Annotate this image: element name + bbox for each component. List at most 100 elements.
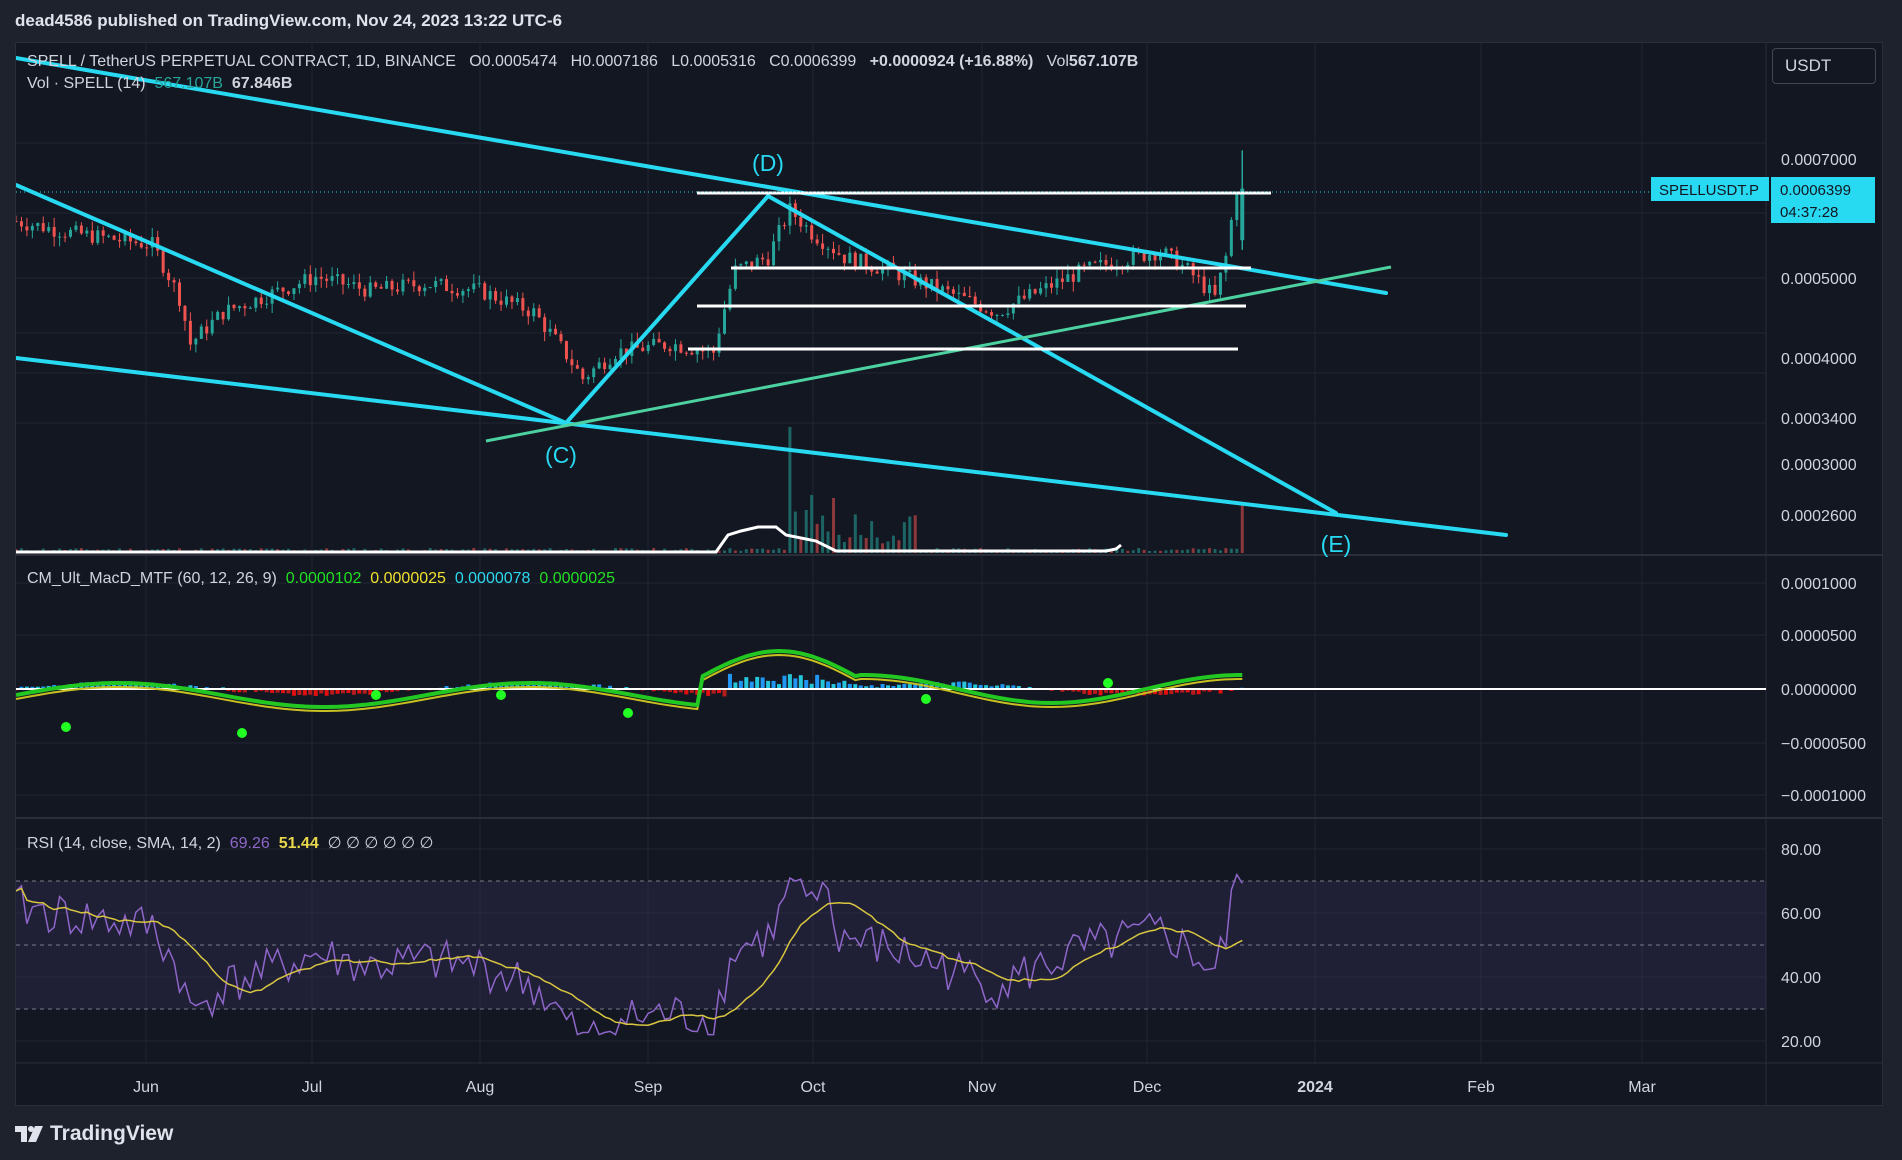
candle-body [532,308,536,317]
candle-body [434,280,438,288]
macd-bar [787,674,792,689]
candle-body [1066,274,1070,282]
volume-bar [1240,503,1244,553]
candle-body [341,274,345,285]
candle-body [221,311,225,320]
candle-body [297,283,301,289]
candle-body [663,342,667,349]
candle-body [668,348,672,352]
candle-body [951,289,955,294]
volume-bar [1218,550,1222,553]
rsi-name: RSI (14, close, SMA, 14, 2) [27,835,221,852]
candle-body [63,236,67,238]
candle-body [178,282,181,306]
change-value: +0.0000924 (+16.88%) [869,53,1034,70]
candle-body [85,230,89,234]
wave-c-d-line [564,194,770,425]
macd-bar [793,678,798,689]
candle-body [777,225,781,242]
time-axis-label: Sep [634,1079,663,1096]
candle-body [1213,284,1217,295]
rsi-axis-label: 20.00 [1781,1034,1821,1051]
candle-body [287,291,290,294]
candle-body [461,290,465,296]
volume-bar [733,550,737,553]
candle-body [74,225,78,230]
tradingview-logo-icon[interactable] [15,1126,45,1142]
macd-cross-dot [623,708,633,718]
candle-body [483,283,487,300]
candle-body [750,261,754,268]
candle-body [864,253,868,269]
candle-body [101,230,105,236]
macd-bar [755,676,760,689]
candle-body [1186,263,1190,265]
published-header: dead4586 published on TradingView.com, N… [0,0,1902,42]
macd-bar [815,674,820,689]
candle-body [1050,283,1053,288]
macd-bar [313,689,318,696]
symbol-tag-text: SPELLUSDT.P [1659,182,1759,199]
candle-body [368,282,372,297]
volume-bar [1131,550,1135,553]
open-label: O [469,53,482,70]
candle-body [510,296,514,303]
volume-bar [826,531,830,553]
candle-body [401,279,405,292]
candle-body [292,288,296,294]
macd-name: CM_Ult_MacD_MTF (60, 12, 26, 9) [27,570,277,587]
candle-body [455,293,459,296]
wave-label-c: (C) [545,442,577,468]
currency-button[interactable]: USDT [1772,48,1876,84]
time-axis-label: Jul [302,1079,322,1096]
candle-body [505,296,508,305]
volume-bar [1197,549,1201,553]
candle-body [990,312,994,316]
volume-legend: Vol · SPELL (14) 567.107B 67.846B [27,75,292,93]
candle-body [406,279,410,281]
descending-trendline-upper [16,56,1388,295]
rsi-axis-label: 80.00 [1781,842,1821,859]
macd-value-2: 0.0000025 [370,570,446,587]
volume-bar [821,515,825,553]
volume-bar [1175,549,1179,553]
price-tag-value: 0.0006399 [1780,182,1851,199]
macd-bar [760,677,765,689]
volume-bar [1169,549,1173,553]
candle-body [58,236,62,238]
candle-body [303,274,307,284]
candle-body [90,230,94,243]
candle-body [853,252,857,269]
chart-area[interactable]: (C) (D) (E) 0.0007000 0.0005000 0.0004000 0.00… [15,42,1883,1106]
candle-body [810,225,814,240]
candle-body [1218,272,1222,295]
candle-body [79,225,83,234]
volume-bar [810,495,814,553]
candle-body [52,226,56,237]
candle-body [657,338,661,343]
time-axis-label: Mar [1628,1079,1656,1096]
close-label: C [769,53,781,70]
volume-group [16,427,1244,553]
candle-body [603,362,607,370]
candle-body [259,297,263,305]
candle-body [1104,260,1108,265]
candle-body [554,328,558,335]
candle-body [581,368,585,380]
macd-value-1: 0.0000102 [285,570,362,587]
candle-body [466,289,470,291]
macd-cross-dot [921,694,931,704]
price-axis-label: 0.0003000 [1781,457,1857,474]
candle-body [396,289,399,292]
candle-body [237,306,241,309]
tradingview-brand[interactable]: TradingView [50,1122,173,1146]
time-axis-label: 2024 [1297,1079,1333,1096]
rsi-value: 69.26 [229,835,270,852]
candle-body [826,248,830,250]
volume-bar [1126,550,1130,553]
macd-bar [722,689,727,697]
volume-bar [1120,548,1124,553]
volume-bar [804,510,808,553]
volume-bar [750,548,754,553]
volume-ma-line [16,525,1122,554]
